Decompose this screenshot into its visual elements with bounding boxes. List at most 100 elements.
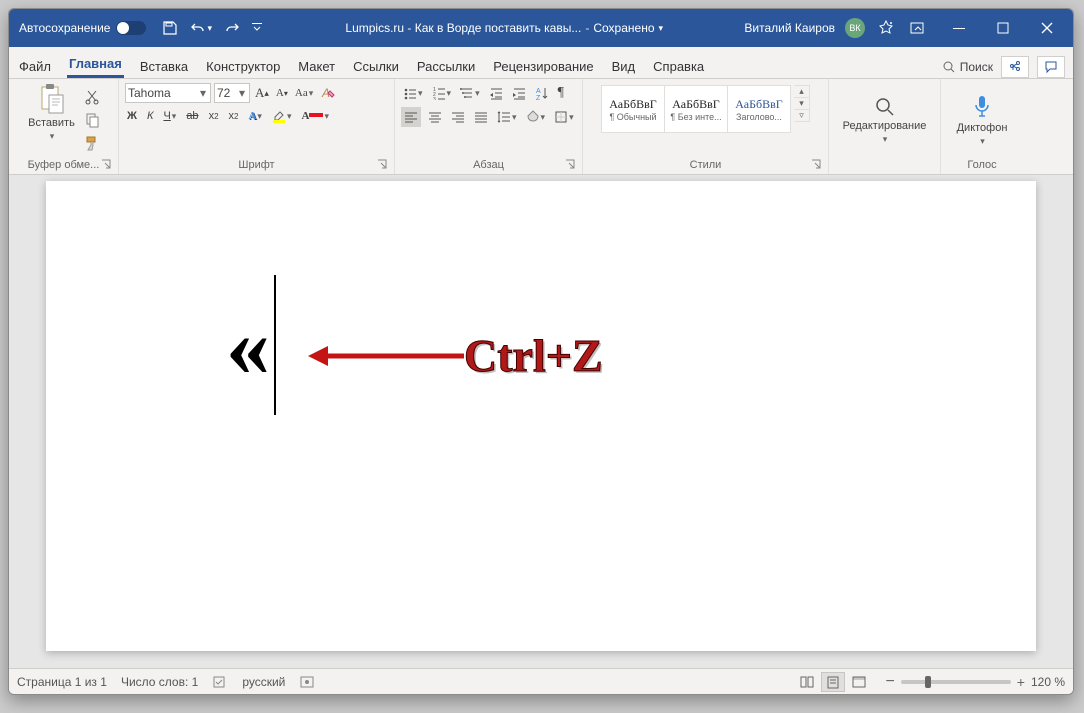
dictate-button[interactable]: Диктофон ▾: [956, 94, 1008, 147]
close-button[interactable]: [1025, 9, 1069, 47]
zoom-in-button[interactable]: +: [1017, 674, 1025, 690]
numbering-icon[interactable]: 123▾: [430, 84, 454, 102]
save-status[interactable]: Сохранено▾: [593, 21, 663, 35]
ribbon-tabs: Файл Главная Вставка Конструктор Макет С…: [9, 47, 1073, 79]
tab-review[interactable]: Рецензирование: [491, 53, 595, 78]
italic-button[interactable]: К: [145, 108, 155, 124]
redo-icon[interactable]: [222, 18, 242, 38]
ribbon: Вставить ▾ Буфер обме... Tahoma▾ 72▾ A▴ …: [9, 79, 1073, 175]
show-hide-icon[interactable]: ¶: [556, 83, 566, 103]
group-clipboard: Вставить ▾ Буфер обме...: [9, 79, 119, 174]
zoom-out-button[interactable]: −: [885, 673, 894, 691]
text-cursor-icon: [274, 275, 276, 415]
document-area[interactable]: « Ctrl+Z: [9, 175, 1073, 668]
paste-label: Вставить: [28, 117, 75, 129]
borders-icon[interactable]: ▾: [552, 108, 576, 126]
highlight-icon[interactable]: ▾: [270, 107, 294, 125]
svg-text:A: A: [536, 88, 541, 95]
justify-icon[interactable]: [472, 108, 490, 126]
group-font: Tahoma▾ 72▾ A▴ A▾ Aa▾ A Ж К Ч▾ ab x2 x2 …: [119, 79, 395, 174]
avatar[interactable]: ВК: [845, 18, 865, 38]
zoom-slider[interactable]: [901, 680, 1011, 684]
decrease-indent-icon[interactable]: [487, 84, 505, 102]
group-styles: АаБбВвГ¶ Обычный АаБбВвГ¶ Без инте... Аа…: [583, 79, 829, 174]
underline-button[interactable]: Ч▾: [161, 108, 178, 124]
share-button[interactable]: [1001, 56, 1029, 78]
title-bar: Автосохранение ▾ Lumpics.ru - Как в Ворд…: [9, 9, 1073, 47]
shading-icon[interactable]: ▾: [524, 108, 548, 126]
qat-customize-icon[interactable]: [250, 18, 264, 38]
line-spacing-icon[interactable]: ▾: [495, 108, 519, 126]
align-center-icon[interactable]: [426, 108, 444, 126]
clear-format-icon[interactable]: A: [318, 83, 338, 103]
minimize-button[interactable]: [937, 9, 981, 47]
superscript-button[interactable]: x2: [227, 108, 241, 124]
grow-font-icon[interactable]: A▴: [253, 83, 271, 103]
align-right-icon[interactable]: [449, 108, 467, 126]
comments-button[interactable]: [1037, 56, 1065, 78]
find-button[interactable]: Редактирование ▾: [835, 96, 934, 145]
dialog-launcher-icon[interactable]: [564, 158, 576, 170]
align-left-icon[interactable]: [401, 107, 421, 127]
dialog-launcher-icon[interactable]: [810, 158, 822, 170]
autosave-label: Автосохранение: [19, 21, 110, 35]
font-color-icon[interactable]: A▾: [299, 108, 330, 124]
annotation-text: Ctrl+Z: [464, 329, 603, 382]
coming-soon-icon[interactable]: [875, 17, 897, 39]
ribbon-display-icon[interactable]: [907, 18, 927, 38]
style-heading1[interactable]: АаБбВвГЗаголово...: [727, 85, 791, 133]
document-content: «: [226, 277, 276, 417]
tab-help[interactable]: Справка: [651, 53, 706, 78]
tab-insert[interactable]: Вставка: [138, 53, 190, 78]
macro-icon[interactable]: [299, 674, 315, 690]
word-window: Автосохранение ▾ Lumpics.ru - Как в Ворд…: [8, 8, 1074, 695]
sort-icon[interactable]: AZ: [533, 84, 551, 102]
text-effects-icon[interactable]: A▾: [246, 108, 263, 124]
paste-button[interactable]: Вставить ▾: [26, 83, 78, 142]
tab-design[interactable]: Конструктор: [204, 53, 282, 78]
style-normal[interactable]: АаБбВвГ¶ Обычный: [601, 85, 665, 133]
shrink-font-icon[interactable]: A▾: [274, 85, 290, 101]
font-name-combo[interactable]: Tahoma▾: [125, 83, 211, 103]
zoom-level[interactable]: 120 %: [1031, 675, 1065, 689]
page-status[interactable]: Страница 1 из 1: [17, 675, 107, 689]
word-count[interactable]: Число слов: 1: [121, 675, 198, 689]
subscript-button[interactable]: x2: [207, 108, 221, 124]
change-case-icon[interactable]: Aa▾: [293, 85, 315, 101]
search-box[interactable]: Поиск: [942, 60, 993, 74]
group-editing: Редактирование ▾: [829, 79, 941, 174]
tab-references[interactable]: Ссылки: [351, 53, 401, 78]
cut-icon[interactable]: [82, 87, 102, 107]
format-painter-icon[interactable]: [82, 133, 102, 153]
save-icon[interactable]: [160, 18, 180, 38]
bullets-icon[interactable]: ▾: [401, 84, 425, 102]
styles-gallery-scroll[interactable]: ▴▾▿: [794, 85, 810, 122]
tab-mail[interactable]: Рассылки: [415, 53, 477, 78]
tab-view[interactable]: Вид: [610, 53, 638, 78]
undo-icon[interactable]: ▾: [188, 18, 214, 38]
svg-text:3: 3: [433, 97, 436, 100]
document-page[interactable]: « Ctrl+Z: [46, 181, 1036, 651]
print-layout-icon[interactable]: [821, 672, 845, 692]
increase-indent-icon[interactable]: [510, 84, 528, 102]
user-name[interactable]: Виталий Каиров: [744, 21, 835, 35]
maximize-button[interactable]: [981, 9, 1025, 47]
bold-button[interactable]: Ж: [125, 108, 139, 124]
autosave-toggle[interactable]: Автосохранение: [19, 21, 146, 35]
tab-home[interactable]: Главная: [67, 50, 124, 78]
language-status[interactable]: русский: [242, 675, 285, 689]
copy-icon[interactable]: [82, 110, 102, 130]
tab-layout[interactable]: Макет: [296, 53, 337, 78]
tab-file[interactable]: Файл: [17, 53, 53, 78]
dialog-launcher-icon[interactable]: [100, 158, 112, 170]
styles-label: Стили: [690, 159, 722, 171]
multilevel-icon[interactable]: ▾: [458, 84, 482, 102]
strike-button[interactable]: ab: [184, 108, 200, 124]
style-nospacing[interactable]: АаБбВвГ¶ Без инте...: [664, 85, 728, 133]
read-mode-icon[interactable]: [795, 672, 819, 692]
spellcheck-icon[interactable]: [212, 674, 228, 690]
toggle-switch-icon[interactable]: [116, 21, 146, 35]
web-layout-icon[interactable]: [847, 672, 871, 692]
font-size-combo[interactable]: 72▾: [214, 83, 250, 103]
dialog-launcher-icon[interactable]: [376, 158, 388, 170]
